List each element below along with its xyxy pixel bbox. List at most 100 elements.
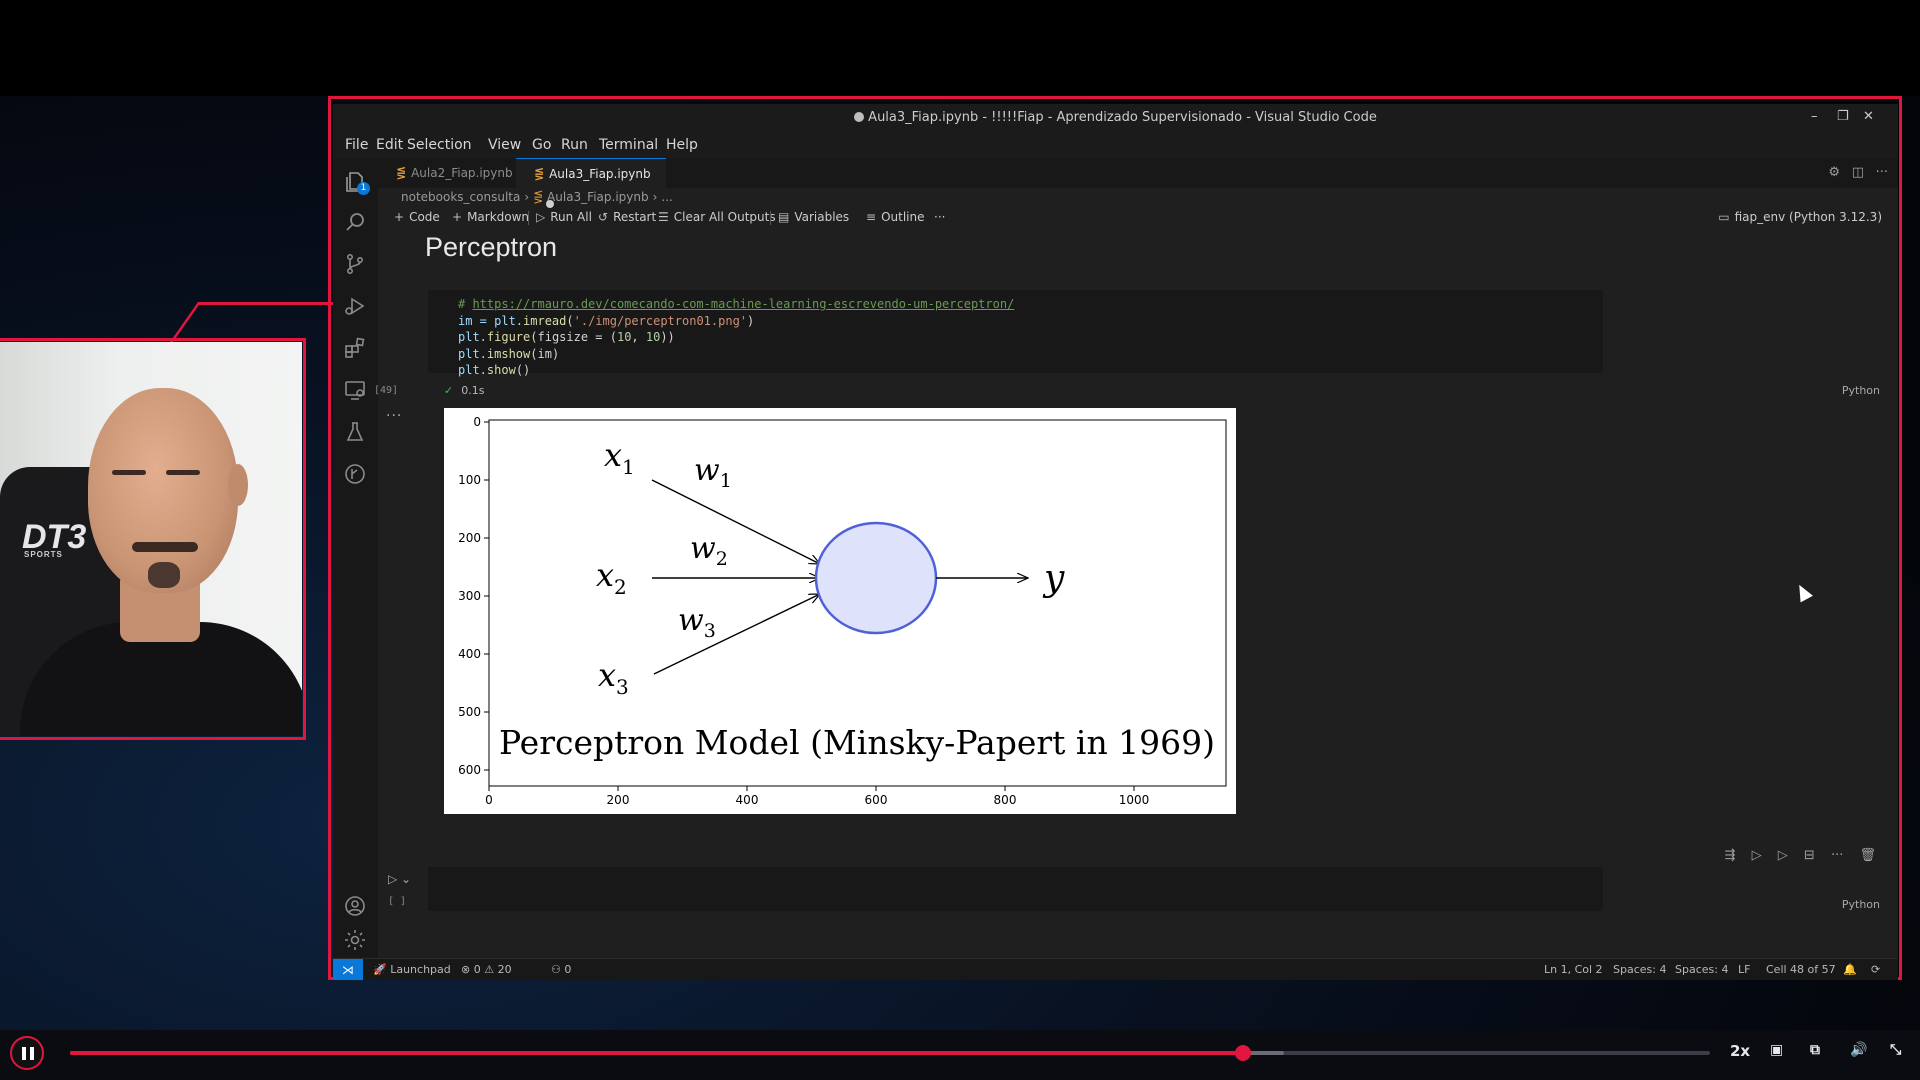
restart-button[interactable]: ↺ Restart	[598, 210, 656, 224]
code-token: figure	[486, 330, 531, 344]
code-token: imread	[523, 313, 567, 328]
code-token: plt.	[458, 346, 487, 361]
code-editor[interactable]: # https://rmauro.dev/comecando-com-machi…	[458, 296, 1014, 379]
ports-indicator[interactable]: ⚇ 0	[551, 963, 571, 976]
menu-help[interactable]: Help	[666, 137, 698, 153]
more-actions-icon[interactable]: ···	[1876, 165, 1888, 180]
input-subscript: 3	[616, 675, 629, 699]
rocket-icon: 🚀	[373, 963, 391, 976]
minimize-icon[interactable]: –	[1811, 109, 1818, 124]
extensions-icon[interactable]	[342, 336, 368, 362]
playback-speed-button[interactable]: 2x	[1730, 1042, 1750, 1060]
testing-icon[interactable]	[342, 420, 368, 446]
code-token: )	[747, 313, 755, 328]
output-more-button[interactable]: ...	[386, 404, 402, 420]
delete-cell-icon[interactable]: 🗑	[1859, 848, 1876, 863]
presenter-ear	[228, 464, 248, 506]
code-token: show	[486, 363, 516, 377]
run-all-button[interactable]: ▷ Run All	[536, 210, 592, 224]
cell-language[interactable]: Python	[1842, 384, 1880, 397]
breadcrumb-folder[interactable]: notebooks_consulta	[401, 190, 520, 204]
tab-aula3[interactable]: ⋚ Aula3_Fiap.ipynb	[516, 158, 666, 208]
run-debug-icon[interactable]	[342, 294, 368, 320]
execute-below-icon[interactable]: ▷	[1778, 848, 1788, 863]
manage-gear-icon[interactable]	[342, 928, 368, 954]
cell-language[interactable]: Python	[1842, 898, 1880, 911]
menu-edit[interactable]: Edit	[376, 137, 403, 153]
run-all-label: Run All	[550, 210, 592, 224]
add-markdown-button[interactable]: + Markdown	[452, 210, 529, 224]
split-cell-icon[interactable]: ⊟	[1804, 848, 1815, 863]
add-code-button[interactable]: + Code	[394, 210, 440, 224]
cursor-position[interactable]: Ln 1, Col 2	[1544, 963, 1603, 976]
code-token: imshow	[486, 346, 531, 361]
close-icon[interactable]: ✕	[1863, 109, 1874, 124]
menu-bar: File Edit Selection View Go Run Terminal…	[333, 132, 1898, 158]
menu-file[interactable]: File	[345, 137, 368, 153]
volume-icon[interactable]: 🔊	[1850, 1042, 1867, 1058]
breadcrumb-more[interactable]: ...	[661, 190, 672, 204]
notebook-settings-icon[interactable]: ⚙	[1828, 165, 1840, 180]
vscode-window: Aula3_Fiap.ipynb - !!!!!Fiap - Aprendiza…	[333, 104, 1898, 980]
code-token: ))	[660, 330, 675, 344]
cell-indicator[interactable]: Cell 48 of 57	[1766, 963, 1836, 976]
notifications-bell-icon[interactable]: 🔔	[1843, 963, 1857, 976]
editor-tab-bar: ⋚ Aula2_Fiap.ipynb ⋚ Aula3_Fiap.ipynb ⚙ ◫ …	[378, 158, 1898, 208]
progress-scrubber[interactable]	[1234, 1045, 1251, 1061]
presenter-mustache	[132, 542, 198, 552]
code-token: (im)	[530, 346, 560, 361]
code-cell[interactable]: # https://rmauro.dev/comecando-com-machi…	[428, 290, 1603, 377]
y-tick-label: 400	[458, 647, 481, 661]
indentation-spaces[interactable]: Spaces: 4	[1675, 963, 1728, 976]
menu-view[interactable]: View	[488, 137, 521, 153]
launchpad-button[interactable]: 🚀 Launchpad	[373, 963, 451, 976]
remote-indicator-icon[interactable]: ⋊	[333, 959, 363, 980]
fullscreen-exit-icon[interactable]: ⤡	[1890, 1042, 1901, 1058]
notebook-icon: ⋚	[534, 167, 545, 181]
cell-toolbar: ⇶ ▷ ▷ ⊟ ··· 🗑	[1713, 848, 1876, 863]
toolbar-more-button[interactable]: ···	[934, 210, 945, 224]
run-cell-icon[interactable]: ▷ ⌄	[388, 872, 411, 886]
git-graph-icon[interactable]	[342, 462, 368, 488]
markdown-heading: Perceptron	[425, 232, 558, 262]
accounts-icon[interactable]	[342, 894, 368, 920]
menu-go[interactable]: Go	[532, 137, 551, 153]
weight-subscript: 2	[716, 548, 728, 570]
sync-icon[interactable]: ⟳	[1871, 963, 1880, 976]
source-control-icon[interactable]	[342, 252, 368, 278]
search-icon[interactable]	[342, 210, 368, 236]
split-editor-icon[interactable]: ◫	[1852, 165, 1864, 180]
menu-terminal[interactable]: Terminal	[599, 137, 658, 153]
execute-above-icon[interactable]: ▷	[1752, 848, 1762, 863]
picture-in-picture-icon[interactable]: ⧉	[1810, 1042, 1820, 1058]
pause-button[interactable]	[10, 1036, 44, 1070]
warning-count: 20	[497, 963, 512, 976]
cell-more-icon[interactable]: ···	[1831, 848, 1843, 863]
code-url-link[interactable]: https://rmauro.dev/comecando-com-machine…	[472, 297, 1014, 311]
menu-selection[interactable]: Selection	[407, 137, 472, 153]
x-tick-label: 400	[736, 793, 759, 807]
variables-button[interactable]: ▤ Variables	[778, 210, 849, 224]
empty-code-cell[interactable]	[428, 867, 1603, 911]
code-token: plt.	[458, 363, 487, 377]
clear-outputs-button[interactable]: ☰ Clear All Outputs	[658, 210, 776, 224]
code-token: ()	[515, 363, 531, 377]
outline-button[interactable]: ≡ Outline	[866, 210, 924, 224]
x-tick-label: 1000	[1119, 793, 1150, 807]
breadcrumb: notebooks_consulta › ⋚ Aula3_Fiap.ipynb ›..…	[401, 190, 673, 204]
plus-icon: +	[394, 210, 405, 224]
problems-indicator[interactable]: ⊗ 0 ⚠ 20	[461, 963, 512, 976]
tab-aula2[interactable]: ⋚ Aula2_Fiap.ipynb	[378, 158, 516, 188]
x-axis: 0 200 400 600 800 1000	[485, 786, 1149, 807]
breadcrumb-file[interactable]: Aula3_Fiap.ipynb	[547, 190, 649, 204]
subtitles-icon[interactable]: ▣	[1770, 1042, 1783, 1058]
x-tick-label: 0	[485, 793, 493, 807]
end-of-line[interactable]: LF	[1738, 963, 1750, 976]
menu-run[interactable]: Run	[561, 137, 588, 153]
indentation-spaces[interactable]: Spaces: 4	[1613, 963, 1666, 976]
kernel-picker[interactable]: ▭ fiap_env (Python 3.12.3)	[1718, 210, 1882, 224]
restore-icon[interactable]: ❐	[1837, 109, 1849, 124]
remote-explorer-icon[interactable]	[342, 378, 368, 404]
weight-subscript: 3	[704, 620, 716, 642]
run-by-line-icon[interactable]: ⇶	[1725, 848, 1736, 863]
